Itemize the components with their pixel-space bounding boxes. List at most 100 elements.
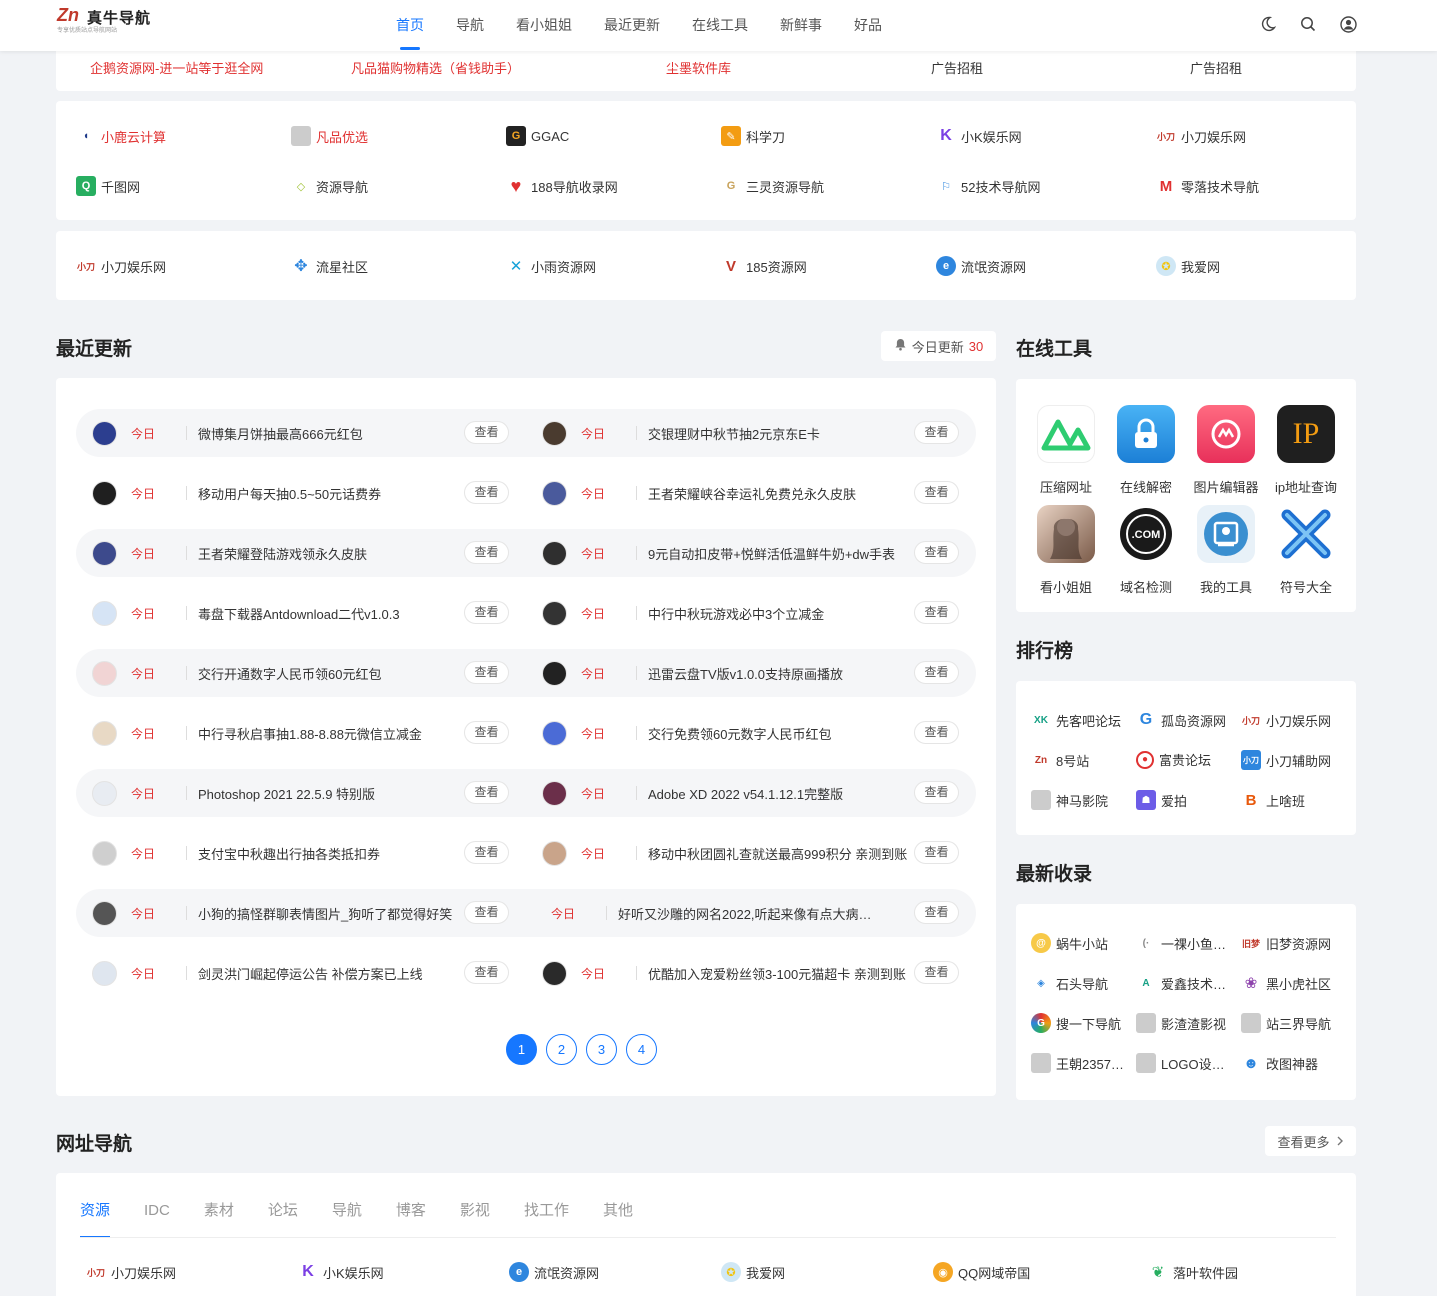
view-button[interactable]: 查看 (464, 841, 509, 864)
rank-item[interactable]: 小刀 小刀娱乐网 (1241, 710, 1331, 730)
update-item[interactable]: 今日 交银理财中秋节抽2元京东E卡 查看 (526, 409, 976, 457)
tool-girls[interactable]: 看小姐姐 (1026, 505, 1106, 596)
newest-item[interactable]: ❀ 黑小虎社区 (1241, 973, 1331, 993)
nav-navigation[interactable]: 导航 (440, 0, 500, 51)
rank-item[interactable]: ● 富贵论坛 (1136, 750, 1211, 769)
view-button[interactable]: 查看 (914, 841, 959, 864)
update-item[interactable]: 今日 王者荣耀登陆游戏领永久皮肤 查看 (76, 529, 526, 577)
page-2[interactable]: 2 (546, 1034, 577, 1065)
tab-blogs[interactable]: 博客 (379, 1173, 443, 1237)
newest-item[interactable]: ◈ 石头导航 (1031, 973, 1108, 993)
view-button[interactable]: 查看 (914, 661, 959, 684)
link-item[interactable]: 小刀 小刀娱乐网 (1156, 126, 1246, 146)
search-icon[interactable] (1299, 15, 1317, 33)
view-button[interactable]: 查看 (464, 961, 509, 984)
newest-item[interactable]: G 搜一下导航 (1031, 1013, 1121, 1033)
view-button[interactable]: 查看 (464, 901, 509, 924)
view-button[interactable]: 查看 (464, 421, 509, 444)
update-title[interactable]: 迅雷云盘TV版v1.0.0支持原画播放 (648, 664, 908, 683)
update-title[interactable]: 微博集月饼抽最高666元红包 (198, 424, 458, 443)
update-title[interactable]: 剑灵洪门崛起停运公告 补偿方案已上线 (198, 964, 458, 983)
update-item[interactable]: 今日 Adobe XD 2022 v54.1.12.1完整版 查看 (526, 769, 976, 817)
tool-domain-check[interactable]: .COM 域名检测 (1106, 505, 1186, 596)
update-title[interactable]: 移动中秋团圆礼查就送最高999积分 亲测到账 (648, 844, 908, 863)
rank-item[interactable]: G 孤岛资源网 (1136, 710, 1226, 730)
tool-my-tools[interactable]: 我的工具 (1186, 505, 1266, 596)
update-title[interactable]: 中行寻秋启事抽1.88-8.88元微信立减金 (198, 724, 458, 743)
update-item[interactable]: 今日 Photoshop 2021 22.5.9 特别版 查看 (76, 769, 526, 817)
update-title[interactable]: 好听又沙雕的网名2022,听起来像有点大病的网名 (618, 904, 883, 923)
rank-item[interactable]: 小刀 小刀辅助网 (1241, 750, 1331, 770)
newest-item[interactable]: @ 蜗牛小站 (1031, 933, 1108, 953)
update-title[interactable]: 交银理财中秋节抽2元京东E卡 (648, 424, 908, 443)
newest-item[interactable]: 站三界导航 (1241, 1013, 1331, 1033)
update-item[interactable]: 今日 优酷加入宠爱粉丝领3-100元猫超卡 亲测到账 查看 (526, 949, 976, 997)
ad-link-2[interactable]: 凡品猫购物精选（省钱助手） (351, 58, 520, 77)
update-item[interactable]: 今日 微博集月饼抽最高666元红包 查看 (76, 409, 526, 457)
update-title[interactable]: 中行中秋玩游戏必中3个立减金 (648, 604, 908, 623)
view-button[interactable]: 查看 (464, 781, 509, 804)
link-item[interactable]: ◖ 小鹿云计算 (76, 126, 166, 146)
nav-link-item[interactable]: 小刀 小刀娱乐网 (86, 1262, 176, 1282)
update-title[interactable]: 小狗的搞怪群聊表情图片_狗听了都觉得好笑 (198, 904, 458, 923)
update-item[interactable]: 今日 中行寻秋启事抽1.88-8.88元微信立减金 查看 (76, 709, 526, 757)
nav-girls[interactable]: 看小姐姐 (500, 0, 588, 51)
tab-forums[interactable]: 论坛 (251, 1173, 315, 1237)
view-button[interactable]: 查看 (914, 721, 959, 744)
update-item[interactable]: 今日 交行免费领60元数字人民币红包 查看 (526, 709, 976, 757)
tab-idc[interactable]: IDC (127, 1173, 187, 1237)
update-item[interactable]: 今日 支付宝中秋趣出行抽各类抵扣券 查看 (76, 829, 526, 877)
rank-item[interactable]: XK 先客吧论坛 (1031, 710, 1121, 730)
nav-home[interactable]: 首页 (380, 0, 440, 51)
update-item[interactable]: 今日 小狗的搞怪群聊表情图片_狗听了都觉得好笑 查看 (76, 889, 526, 937)
ad-link-5[interactable]: 广告招租 (1190, 58, 1242, 77)
view-button[interactable]: 查看 (464, 661, 509, 684)
link-item[interactable]: M 零落技术导航 (1156, 176, 1259, 196)
nav-goods[interactable]: 好品 (838, 0, 898, 51)
link-item[interactable]: ✕ 小雨资源网 (506, 256, 596, 276)
newest-item[interactable]: ☻ 改图神器 (1241, 1053, 1318, 1073)
rank-item[interactable]: ☗ 爱拍 (1136, 790, 1187, 810)
nav-link-item[interactable]: ❦ 落叶软件园 (1148, 1262, 1238, 1282)
tool-ip-lookup[interactable]: IP ip地址查询 (1266, 405, 1346, 496)
update-title[interactable]: 交行开通数字人民币领60元红包 (198, 664, 458, 683)
tab-materials[interactable]: 素材 (187, 1173, 251, 1237)
rank-item[interactable]: 神马影院 (1031, 790, 1108, 810)
update-title[interactable]: Adobe XD 2022 v54.1.12.1完整版 (648, 784, 908, 803)
newest-item[interactable]: 王朝2357导航 (1031, 1053, 1128, 1073)
view-more-button[interactable]: 查看更多 (1265, 1126, 1356, 1156)
view-button[interactable]: 查看 (914, 961, 959, 984)
update-title[interactable]: 毒盘下载器Antdownload二代v1.0.3 (198, 604, 458, 623)
update-item[interactable]: 今日 移动中秋团圆礼查就送最高999积分 亲测到账 查看 (526, 829, 976, 877)
update-item[interactable]: 今日 好听又沙雕的网名2022,听起来像有点大病的网名 查看 (526, 889, 976, 937)
link-item[interactable]: ✪ 我爱网 (1156, 256, 1220, 276)
update-item[interactable]: 今日 剑灵洪门崛起停运公告 补偿方案已上线 查看 (76, 949, 526, 997)
link-item[interactable]: G 三灵资源导航 (721, 176, 824, 196)
view-button[interactable]: 查看 (464, 601, 509, 624)
nav-link-item[interactable]: ✪ 我爱网 (721, 1262, 785, 1282)
tool-decrypt[interactable]: 在线解密 (1106, 405, 1186, 496)
view-button[interactable]: 查看 (914, 781, 959, 804)
newest-item[interactable]: (·一祼小鱼的博客 (1136, 933, 1233, 953)
update-title[interactable]: 支付宝中秋趣出行抽各类抵扣券 (198, 844, 458, 863)
view-button[interactable]: 查看 (914, 901, 959, 924)
link-item[interactable]: K 小K娱乐网 (936, 126, 1021, 146)
view-button[interactable]: 查看 (464, 481, 509, 504)
newest-item[interactable]: 影渣渣影视 (1136, 1013, 1226, 1033)
link-item[interactable]: ◇ 资源导航 (291, 176, 368, 196)
rank-item[interactable]: Zn 8号站 (1031, 750, 1089, 770)
link-item[interactable]: e 流氓资源网 (936, 256, 1026, 276)
link-item[interactable]: ⚐ 52技术导航网 (936, 176, 1040, 196)
tool-shorten-url[interactable]: 压缩网址 (1026, 405, 1106, 496)
update-item[interactable]: 今日 交行开通数字人民币领60元红包 查看 (76, 649, 526, 697)
update-title[interactable]: 王者荣耀登陆游戏领永久皮肤 (198, 544, 458, 563)
tab-videos[interactable]: 影视 (443, 1173, 507, 1237)
user-icon[interactable] (1339, 15, 1357, 33)
view-button[interactable]: 查看 (464, 541, 509, 564)
newest-item[interactable]: 旧梦 旧梦资源网 (1241, 933, 1331, 953)
tool-symbols[interactable]: 符号大全 (1266, 505, 1346, 596)
link-item[interactable]: ✎ 科学刀 (721, 126, 785, 146)
link-item[interactable]: ♥ 188导航收录网 (506, 176, 618, 196)
update-item[interactable]: 今日 迅雷云盘TV版v1.0.0支持原画播放 查看 (526, 649, 976, 697)
update-item[interactable]: 今日 9元自动扣皮带+悦鲜活低温鲜牛奶+dw手表 查看 (526, 529, 976, 577)
